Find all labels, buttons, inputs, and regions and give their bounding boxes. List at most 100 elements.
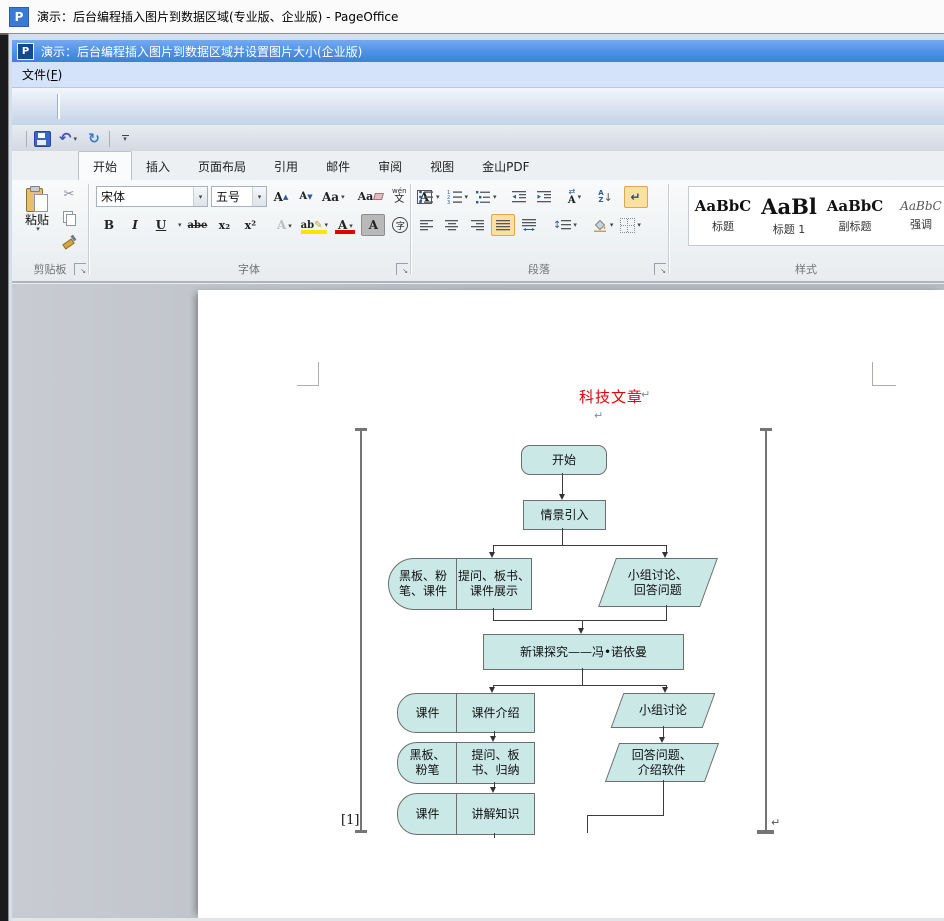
connector [666, 605, 667, 620]
phonetic-guide-button[interactable]: wén 文 [388, 187, 410, 207]
show-hide-marks-button[interactable]: ↵ [623, 186, 648, 208]
connector [493, 545, 666, 546]
superscript-button[interactable]: x² [239, 215, 261, 235]
menu-file-text-close: ) [57, 67, 63, 82]
right-rule-cap-bottom [757, 830, 774, 834]
connector [493, 545, 494, 552]
tab-review[interactable]: 审阅 [364, 152, 416, 180]
font-size-combo[interactable]: 五号 ▾ [211, 186, 267, 207]
paragraph-mark-icon: ↵ [641, 388, 651, 401]
justify-icon [496, 220, 510, 231]
font-color-button[interactable]: A ▾ [333, 215, 357, 235]
connector [587, 815, 588, 833]
paragraph-dialog-launcher[interactable]: ↘ [654, 263, 666, 275]
align-right-button[interactable] [466, 215, 488, 235]
tab-page-layout[interactable]: 页面布局 [184, 152, 260, 180]
font-dialog-launcher[interactable]: ↘ [396, 263, 408, 275]
tab-references[interactable]: 引用 [260, 152, 312, 180]
decrease-indent-icon [511, 191, 526, 203]
asian-layout-button[interactable]: ⇄ A ▾ [564, 187, 586, 207]
quick-access-toolbar: ↶ ▾ ↻ ▾ [12, 126, 944, 151]
tab-mailings[interactable]: 邮件 [312, 152, 364, 180]
numbering-button[interactable]: 1 2 3 ▾ [445, 187, 471, 207]
save-button[interactable] [32, 129, 52, 149]
arrowhead-icon [578, 628, 584, 634]
numbered-list-icon: 1 2 3 [447, 190, 462, 205]
decrease-indent-button[interactable] [508, 187, 530, 207]
redo-button[interactable]: ↻ [84, 129, 104, 149]
change-case-button[interactable]: Aa ▾ [320, 187, 347, 207]
style-subtitle[interactable]: AaBbC 副标题 [823, 190, 887, 242]
cut-button[interactable]: ✂ [58, 184, 80, 204]
flow-node-discuss2: 小组讨论 [610, 693, 716, 728]
screen: P 演示：后台编程插入图片到数据区域(专业版、企业版) - PageOffice… [0, 0, 944, 921]
style-title[interactable]: AaBbC 标题 [691, 190, 755, 242]
bold-button[interactable]: B [98, 215, 120, 235]
justify-button[interactable] [491, 214, 515, 236]
app-titlebar: P 演示：后台编程插入图片到数据区域并设置图片大小(企业版) [12, 40, 944, 62]
left-rule [360, 429, 362, 833]
format-painter-button[interactable] [58, 230, 80, 250]
clear-formatting-button[interactable]: Aa [356, 187, 386, 207]
align-left-button[interactable] [416, 215, 438, 235]
line-spacing-icon: ↕ [553, 219, 562, 231]
subscript-button[interactable]: x₂ [213, 215, 235, 235]
sort-button[interactable]: A Z ↓ [595, 187, 617, 207]
shading-button[interactable]: ▾ [590, 215, 616, 235]
font-group-label: 字体 [238, 263, 260, 276]
multilevel-list-icon [476, 191, 491, 204]
bullets-button[interactable]: ▾ [416, 187, 442, 207]
connector [582, 668, 583, 685]
flow-node-step3: 提问、板 书、归纳 [456, 742, 535, 784]
style-heading1[interactable]: AaBl 标题 1 [757, 190, 821, 242]
font-name-combo[interactable]: 宋体 ▾ [96, 186, 208, 207]
arrowhead-icon [490, 736, 496, 742]
distribute-button[interactable] [518, 215, 540, 235]
align-center-button[interactable] [441, 215, 463, 235]
tab-kingsoft-pdf[interactable]: 金山PDF [468, 152, 543, 180]
increase-indent-icon [536, 191, 551, 203]
style-preview: AaBbC [694, 197, 752, 216]
chevron-down-icon: ▾ [252, 187, 266, 206]
highlight-color-button[interactable]: ab ✎ ▾ [299, 215, 329, 235]
grow-font-button[interactable]: A ▲ [270, 187, 292, 207]
enclose-characters-button[interactable]: 字 [389, 215, 411, 235]
strikethrough-button[interactable]: abe [186, 215, 210, 235]
tab-view[interactable]: 视图 [416, 152, 468, 180]
tab-insert[interactable]: 插入 [132, 152, 184, 180]
scissors-icon: ✂ [63, 186, 75, 202]
style-emphasis[interactable]: AaBbC 强调 [889, 190, 944, 242]
borders-button[interactable]: ▾ [618, 215, 643, 235]
right-rule [765, 429, 767, 833]
line-spacing-button[interactable]: ↕ ▾ [551, 215, 579, 235]
italic-button[interactable]: I [124, 215, 146, 235]
increase-indent-button[interactable] [533, 187, 555, 207]
align-center-icon [445, 220, 458, 231]
style-name: 强调 [910, 218, 932, 232]
copy-button[interactable] [58, 207, 80, 227]
line-spacing-lines-icon [561, 220, 572, 230]
text-effects-button[interactable]: A ▾ [273, 215, 295, 235]
shrink-font-button[interactable]: A ▼ [295, 187, 317, 207]
flow-node-tool4: 课件 [397, 793, 458, 835]
style-name: 标题 1 [772, 223, 806, 237]
underline-button[interactable]: U [150, 215, 172, 235]
format-painter-icon [62, 234, 77, 250]
tab-home[interactable]: 开始 [78, 151, 133, 181]
eraser-icon [373, 193, 385, 200]
customize-qat-button[interactable]: ▾ [115, 129, 135, 149]
character-shading-button[interactable]: A [361, 214, 386, 236]
align-right-icon [471, 220, 484, 231]
flow-node-step4: 讲解知识 [456, 793, 535, 835]
menu-file[interactable]: 文件(F) [12, 62, 72, 87]
style-preview: AaBl [761, 193, 817, 219]
style-name: 标题 [712, 219, 734, 233]
distribute-icon [522, 219, 536, 231]
multilevel-list-button[interactable]: ▾ [473, 187, 499, 207]
margin-cropmark-right [872, 362, 896, 386]
paste-button[interactable]: 粘贴 ▾ [20, 186, 54, 233]
clipboard-dialog-launcher[interactable]: ↘ [74, 263, 86, 275]
connector [494, 833, 495, 838]
undo-button[interactable]: ↶ ▾ [58, 129, 78, 149]
flow-node-tool1: 黑板、粉 笔、课件 [388, 558, 458, 610]
